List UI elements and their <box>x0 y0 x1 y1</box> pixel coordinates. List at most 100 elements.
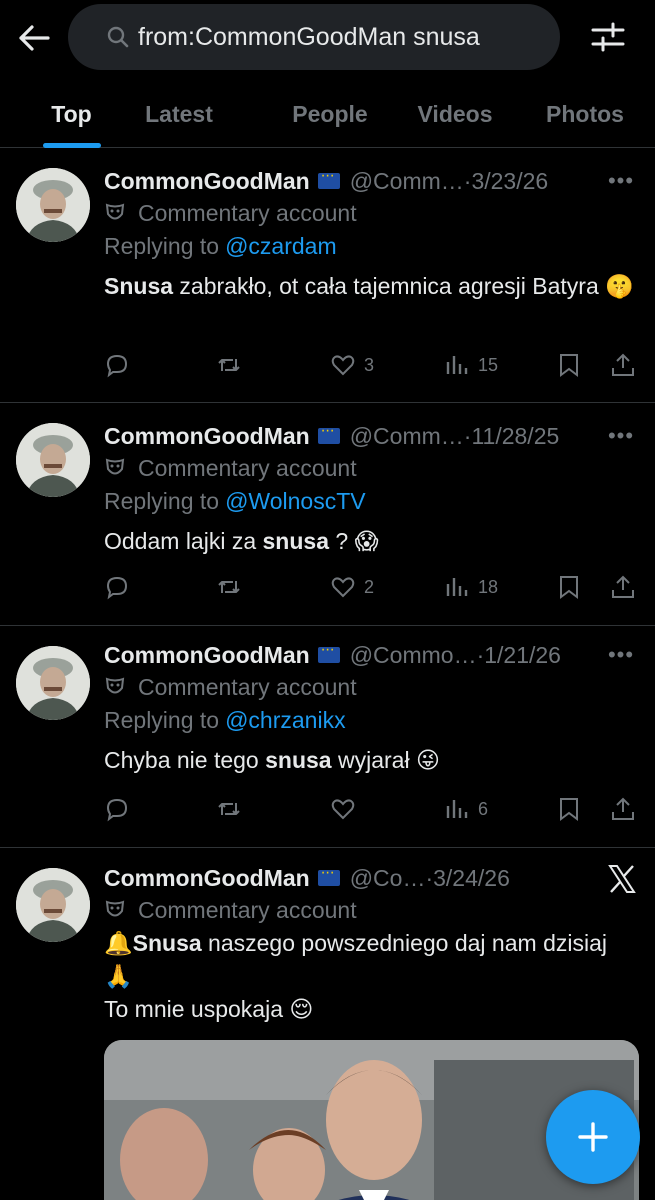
search-filter-button[interactable] <box>588 18 628 56</box>
mask-icon <box>105 900 125 917</box>
bookmark-icon <box>560 576 578 599</box>
commentary-label: Commentary account <box>104 670 639 704</box>
tweet-text-part: naszego powszedniego daj nam dzisiaj <box>201 930 607 956</box>
retweet-icon <box>218 803 240 815</box>
share-icon <box>612 797 634 820</box>
tweet-date[interactable]: 11/28/25 <box>471 423 559 450</box>
search-header: Top Latest People Videos Photos <box>0 0 655 148</box>
username[interactable]: @Comm… <box>350 423 464 450</box>
winking-tongue-emoji: 😜 <box>415 748 440 774</box>
retweet-button[interactable] <box>216 796 242 822</box>
tab-videos[interactable]: Videos <box>395 80 515 148</box>
separator-dot: · <box>476 641 485 668</box>
tweet-text-part: zabrakło, ot cała tajemnica agresji Baty… <box>173 273 599 299</box>
bookmark-icon <box>560 798 578 821</box>
mask-icon <box>105 458 125 475</box>
highlight-term: snusa <box>265 747 332 773</box>
reply-mention-link[interactable]: @WolnoscTV <box>225 488 366 515</box>
separator-dot: · <box>463 422 472 449</box>
display-name[interactable]: CommonGoodMan <box>104 168 310 195</box>
tweet-text: Oddam lajki za snusa ? 😱 <box>104 525 639 558</box>
tweet-actions: 6 <box>104 792 639 826</box>
bookmark-button[interactable] <box>556 796 582 822</box>
compose-button[interactable] <box>546 1090 640 1184</box>
like-button[interactable] <box>330 796 364 822</box>
tweet-content: CommonGoodMan @Comm… · 11/28/25 ••• Comm… <box>104 421 639 558</box>
separator-dot: · <box>463 167 472 194</box>
tweet[interactable]: CommonGoodMan @Commo… · 1/21/26 ••• Comm… <box>0 626 655 848</box>
tweet-text-part: To mnie uspokaja <box>104 996 290 1022</box>
mask-icon <box>105 203 125 220</box>
tweet-text-part: wyjarał <box>331 747 416 773</box>
retweet-button[interactable] <box>216 352 242 378</box>
like-button[interactable]: 3 <box>330 352 374 378</box>
separator-dot: · <box>425 864 434 891</box>
avatar[interactable] <box>16 168 90 242</box>
view-count: 6 <box>478 798 489 819</box>
more-options-button[interactable]: ••• <box>603 640 639 670</box>
reply-mention-link[interactable]: @czardam <box>225 233 337 260</box>
views-button[interactable]: 15 <box>444 352 498 378</box>
search-input[interactable] <box>138 22 538 52</box>
display-name[interactable]: CommonGoodMan <box>104 865 310 892</box>
avatar-image <box>16 868 90 942</box>
retweet-icon <box>218 581 240 593</box>
bookmark-button[interactable] <box>556 574 582 600</box>
display-name[interactable]: CommonGoodMan <box>104 642 310 669</box>
tweet-header: CommonGoodMan @Commo… · 1/21/26 <box>104 640 639 670</box>
tab-people[interactable]: People <box>265 80 395 148</box>
avatar[interactable] <box>16 423 90 497</box>
avatar-image <box>16 423 90 497</box>
share-button[interactable] <box>610 352 636 378</box>
search-icon <box>107 26 129 48</box>
replying-to: Replying to @WolnoscTV <box>104 485 639 517</box>
search-tabs: Top Latest People Videos Photos <box>0 80 655 148</box>
reply-mention-link[interactable]: @chrzanikx <box>225 707 346 734</box>
tweet-date[interactable]: 1/21/26 <box>484 642 561 669</box>
tweet-text-part: Oddam lajki za <box>104 528 263 554</box>
tab-label: Latest <box>145 100 213 127</box>
username[interactable]: @Co… <box>350 865 426 892</box>
views-button[interactable]: 6 <box>444 796 488 822</box>
view-count: 15 <box>478 354 499 375</box>
avatar[interactable] <box>16 646 90 720</box>
display-name[interactable]: CommonGoodMan <box>104 423 310 450</box>
tweet-text: Chyba nie tego snusa wyjarał 😜 <box>104 744 639 777</box>
tweet-header: CommonGoodMan @Comm… · 11/28/25 <box>104 421 639 451</box>
more-options-button[interactable]: ••• <box>603 166 639 196</box>
eu-flag-icon <box>317 167 340 189</box>
username[interactable]: @Comm… <box>350 168 464 195</box>
tab-label: People <box>292 100 368 127</box>
tweet-date[interactable]: 3/24/26 <box>433 865 510 892</box>
tweet-date[interactable]: 3/23/26 <box>471 168 548 195</box>
share-button[interactable] <box>610 796 636 822</box>
views-button[interactable]: 18 <box>444 574 498 600</box>
tab-label: Videos <box>417 100 493 127</box>
username[interactable]: @Commo… <box>350 642 477 669</box>
tweet-content: CommonGoodMan @Co… · 3/24/26 Commentary … <box>104 863 639 1026</box>
reply-button[interactable] <box>104 574 130 600</box>
tab-top[interactable]: Top <box>0 80 143 148</box>
x-logo-icon <box>608 865 636 893</box>
more-dots-icon: ••• <box>607 168 635 193</box>
share-button[interactable] <box>610 574 636 600</box>
eu-flag-icon <box>317 422 340 444</box>
back-button[interactable] <box>14 20 54 56</box>
tweet[interactable]: CommonGoodMan @Comm… · 11/28/25 ••• Comm… <box>0 403 655 626</box>
reply-button[interactable] <box>104 352 130 378</box>
bookmark-button[interactable] <box>556 352 582 378</box>
retweet-button[interactable] <box>216 574 242 600</box>
tweet-content: CommonGoodMan @Commo… · 1/21/26 ••• Comm… <box>104 640 639 777</box>
more-options-button[interactable]: ••• <box>603 421 639 451</box>
retweet-icon <box>218 359 240 371</box>
tab-latest[interactable]: Latest <box>143 80 215 148</box>
like-button[interactable]: 2 <box>330 574 374 600</box>
search-bar[interactable] <box>68 4 560 70</box>
tab-photos[interactable]: Photos <box>515 80 655 148</box>
avatar[interactable] <box>16 868 90 942</box>
plus-icon <box>578 1122 608 1152</box>
tweet[interactable]: CommonGoodMan @Comm… · 3/23/26 ••• Comme… <box>0 148 655 403</box>
reply-button[interactable] <box>104 796 130 822</box>
avatar-image <box>16 168 90 242</box>
tweet-header: CommonGoodMan @Co… · 3/24/26 <box>104 863 639 893</box>
